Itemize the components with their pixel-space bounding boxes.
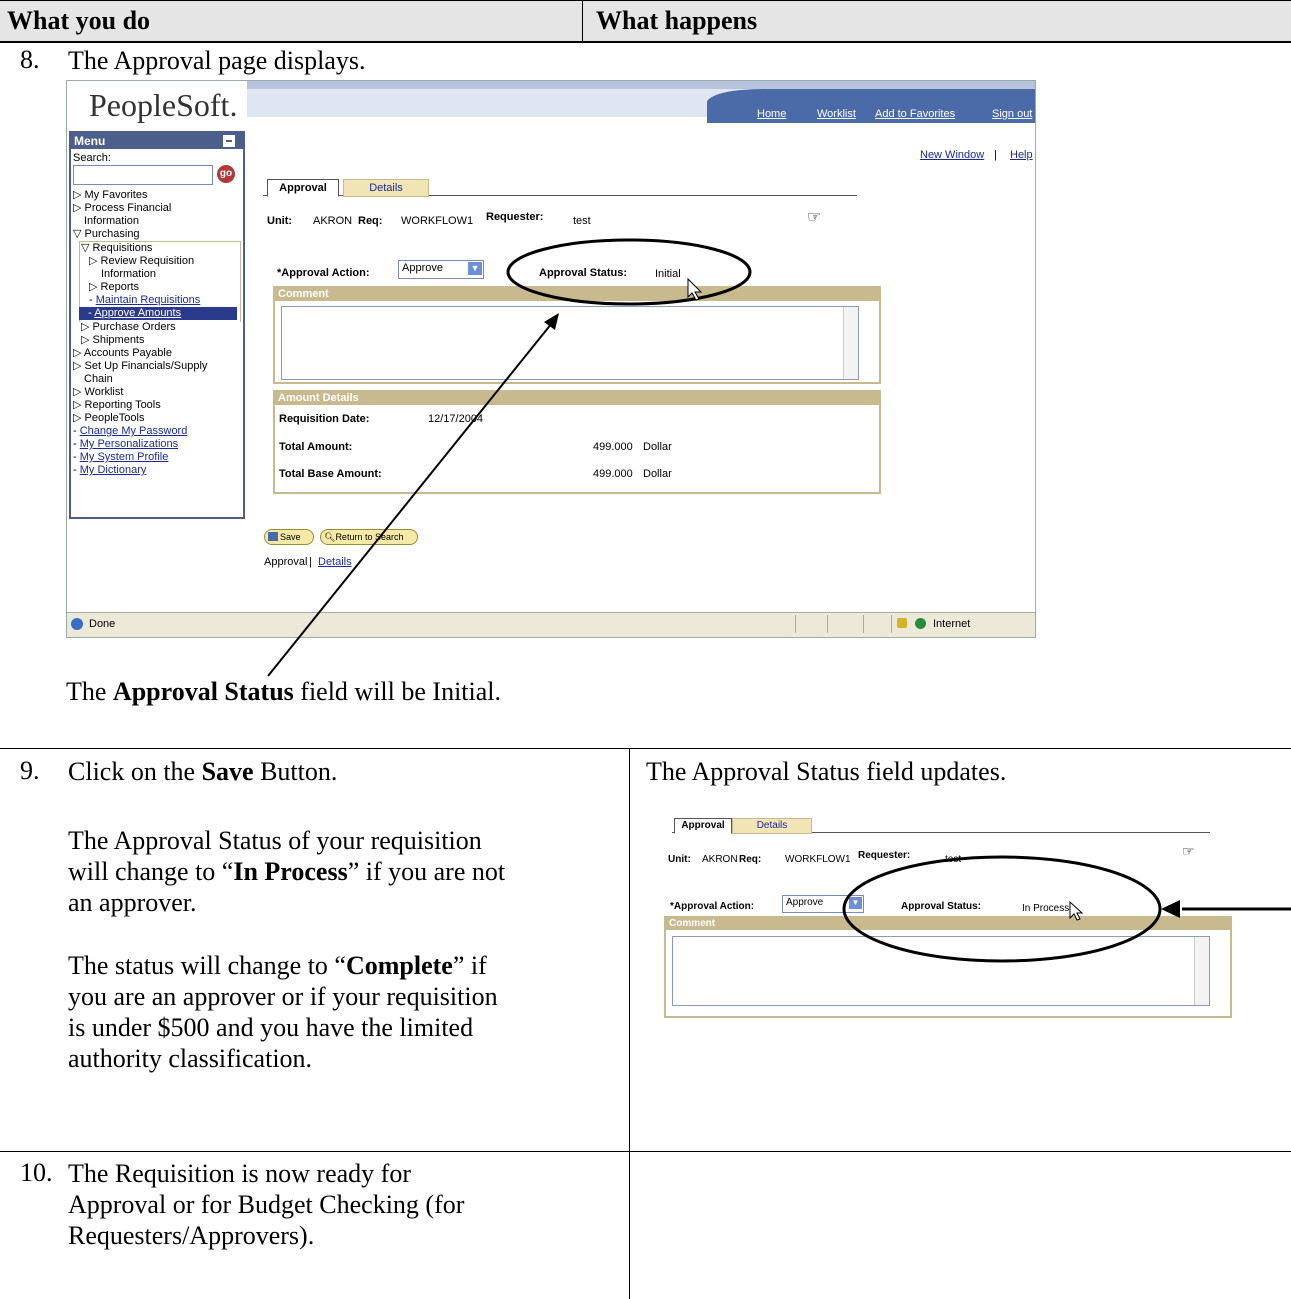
step-number: 10. bbox=[20, 1158, 53, 1187]
tab-details[interactable]: Details bbox=[732, 818, 812, 834]
step10-text: The Requisition is now ready for Approva… bbox=[68, 1159, 465, 1250]
step-number: 9. bbox=[20, 756, 40, 785]
step9-instruction: Click on the Save Button. bbox=[68, 757, 338, 786]
column-divider bbox=[629, 748, 630, 1299]
step9-paragraph2: The Approval Status of your requisition … bbox=[68, 826, 506, 917]
step9-result: The Approval Status field updates. bbox=[646, 757, 1007, 786]
arrowhead bbox=[544, 313, 559, 330]
tab-approval[interactable]: Approval bbox=[674, 818, 732, 834]
cursor-icon bbox=[1069, 900, 1084, 921]
row-divider bbox=[0, 1151, 1291, 1152]
step8-caption: The Approval Status field will be Initia… bbox=[66, 677, 502, 706]
annotation-overlay-2 bbox=[842, 855, 1291, 963]
annotation-overlay bbox=[267, 238, 752, 677]
caption-bold: Approval Status bbox=[112, 677, 294, 706]
step9-paragraph3: The status will change to “Complete” if … bbox=[68, 951, 498, 1073]
highlight-ellipse bbox=[506, 238, 752, 306]
pointer-line bbox=[267, 317, 557, 677]
row-divider bbox=[0, 748, 1291, 749]
highlight-ellipse bbox=[842, 855, 1162, 963]
arrowhead bbox=[1161, 900, 1180, 918]
